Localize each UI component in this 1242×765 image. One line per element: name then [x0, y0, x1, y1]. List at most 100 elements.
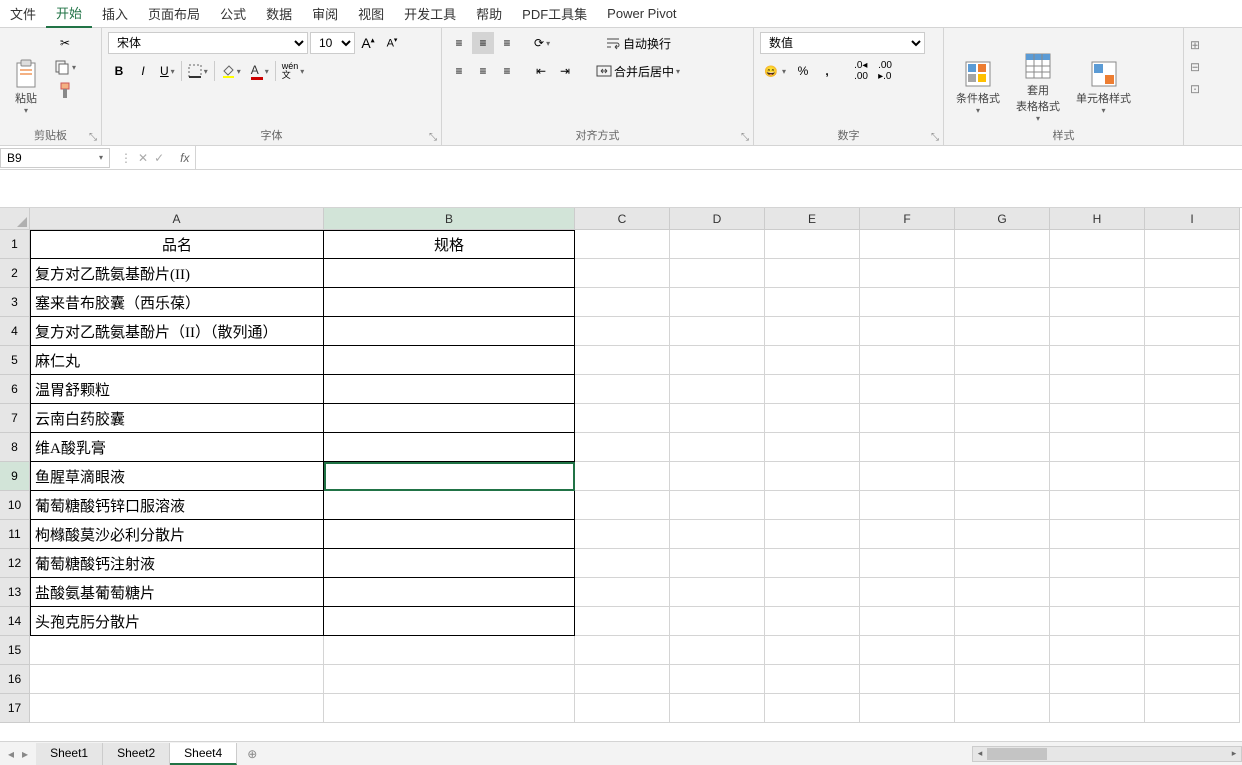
cell-C13[interactable]	[575, 578, 670, 607]
cell-H10[interactable]	[1050, 491, 1145, 520]
decrease-indent-button[interactable]: ⇤	[530, 60, 552, 82]
cell-B8[interactable]	[324, 433, 575, 462]
wrap-text-button[interactable]: 自动换行	[588, 32, 688, 54]
cell-I17[interactable]	[1145, 694, 1240, 723]
cell-H16[interactable]	[1050, 665, 1145, 694]
cell-D4[interactable]	[670, 317, 765, 346]
dialog-launcher-icon[interactable]: ⤡	[741, 132, 749, 143]
cell-H12[interactable]	[1050, 549, 1145, 578]
cell-H1[interactable]	[1050, 230, 1145, 259]
row-header-14[interactable]: 14	[0, 607, 30, 636]
cell-A14[interactable]: 头孢克肟分散片	[30, 607, 324, 636]
cancel-icon[interactable]: ✕	[138, 151, 148, 165]
cell-E5[interactable]	[765, 346, 860, 375]
cell-G3[interactable]	[955, 288, 1050, 317]
menu-开发工具[interactable]: 开发工具	[394, 0, 466, 27]
cell-C12[interactable]	[575, 549, 670, 578]
cell-B13[interactable]	[324, 578, 575, 607]
scrollbar-thumb[interactable]	[987, 748, 1047, 760]
cell-D12[interactable]	[670, 549, 765, 578]
cell-F3[interactable]	[860, 288, 955, 317]
cell-I4[interactable]	[1145, 317, 1240, 346]
accounting-format-button[interactable]: 😄▾	[760, 60, 790, 82]
cell-A13[interactable]: 盐酸氨基葡萄糖片	[30, 578, 324, 607]
menu-帮助[interactable]: 帮助	[466, 0, 512, 27]
cell-C2[interactable]	[575, 259, 670, 288]
cell-D14[interactable]	[670, 607, 765, 636]
cell-C3[interactable]	[575, 288, 670, 317]
cell-E11[interactable]	[765, 520, 860, 549]
cell-D8[interactable]	[670, 433, 765, 462]
col-header-C[interactable]: C	[575, 208, 670, 230]
cell-H6[interactable]	[1050, 375, 1145, 404]
cell-E14[interactable]	[765, 607, 860, 636]
menu-审阅[interactable]: 审阅	[302, 0, 348, 27]
cell-D13[interactable]	[670, 578, 765, 607]
horizontal-scrollbar[interactable]: ◂ ▸	[972, 746, 1242, 762]
cell-F5[interactable]	[860, 346, 955, 375]
underline-button[interactable]: U▾	[156, 60, 179, 82]
col-header-E[interactable]: E	[765, 208, 860, 230]
cell-E9[interactable]	[765, 462, 860, 491]
dialog-launcher-icon[interactable]: ⤡	[931, 132, 939, 143]
cell-F7[interactable]	[860, 404, 955, 433]
cell-B15[interactable]	[324, 636, 575, 665]
cell-C8[interactable]	[575, 433, 670, 462]
cell-H11[interactable]	[1050, 520, 1145, 549]
menu-公式[interactable]: 公式	[210, 0, 256, 27]
cell-G13[interactable]	[955, 578, 1050, 607]
cell-F13[interactable]	[860, 578, 955, 607]
menu-pdf工具集[interactable]: PDF工具集	[512, 0, 597, 27]
cell-E10[interactable]	[765, 491, 860, 520]
tab-prev-icon[interactable]: ◂	[8, 747, 14, 761]
cell-F9[interactable]	[860, 462, 955, 491]
align-center-button[interactable]: ≡	[472, 60, 494, 82]
cell-B1[interactable]: 规格	[324, 230, 575, 259]
copy-button[interactable]: ▾	[50, 56, 80, 78]
cell-A1[interactable]: 品名	[30, 230, 324, 259]
cell-E8[interactable]	[765, 433, 860, 462]
col-header-F[interactable]: F	[860, 208, 955, 230]
cell-E6[interactable]	[765, 375, 860, 404]
menu-视图[interactable]: 视图	[348, 0, 394, 27]
cell-B4[interactable]	[324, 317, 575, 346]
cell-D2[interactable]	[670, 259, 765, 288]
row-header-8[interactable]: 8	[0, 433, 30, 462]
cell-D15[interactable]	[670, 636, 765, 665]
cell-A2[interactable]: 复方对乙酰氨基酚片(II)	[30, 259, 324, 288]
cell-I10[interactable]	[1145, 491, 1240, 520]
cell-B16[interactable]	[324, 665, 575, 694]
sheet-tab-sheet2[interactable]: Sheet2	[103, 743, 170, 765]
overflow-icon[interactable]: ⊟	[1190, 60, 1208, 74]
cell-C14[interactable]	[575, 607, 670, 636]
cell-G6[interactable]	[955, 375, 1050, 404]
sheet-tab-sheet1[interactable]: Sheet1	[36, 743, 103, 765]
cell-I9[interactable]	[1145, 462, 1240, 491]
cell-G10[interactable]	[955, 491, 1050, 520]
cell-A10[interactable]: 葡萄糖酸钙锌口服溶液	[30, 491, 324, 520]
align-middle-button[interactable]: ≡	[472, 32, 494, 54]
row-header-9[interactable]: 9	[0, 462, 30, 491]
fx-icon[interactable]: fx	[174, 151, 195, 165]
cell-A12[interactable]: 葡萄糖酸钙注射液	[30, 549, 324, 578]
cell-H8[interactable]	[1050, 433, 1145, 462]
row-header-2[interactable]: 2	[0, 259, 30, 288]
cell-A16[interactable]	[30, 665, 324, 694]
cell-G15[interactable]	[955, 636, 1050, 665]
cell-B2[interactable]	[324, 259, 575, 288]
row-header-4[interactable]: 4	[0, 317, 30, 346]
cut-button[interactable]: ✂	[50, 32, 80, 54]
cell-C10[interactable]	[575, 491, 670, 520]
col-header-I[interactable]: I	[1145, 208, 1240, 230]
cell-I6[interactable]	[1145, 375, 1240, 404]
sheet-tab-sheet4[interactable]: Sheet4	[170, 743, 237, 765]
percent-button[interactable]: %	[792, 60, 814, 82]
cell-G8[interactable]	[955, 433, 1050, 462]
align-left-button[interactable]: ≡	[448, 60, 470, 82]
scroll-right-icon[interactable]: ▸	[1227, 747, 1241, 761]
align-right-button[interactable]: ≡	[496, 60, 518, 82]
row-header-3[interactable]: 3	[0, 288, 30, 317]
cell-D1[interactable]	[670, 230, 765, 259]
scroll-left-icon[interactable]: ◂	[973, 747, 987, 761]
cell-F15[interactable]	[860, 636, 955, 665]
